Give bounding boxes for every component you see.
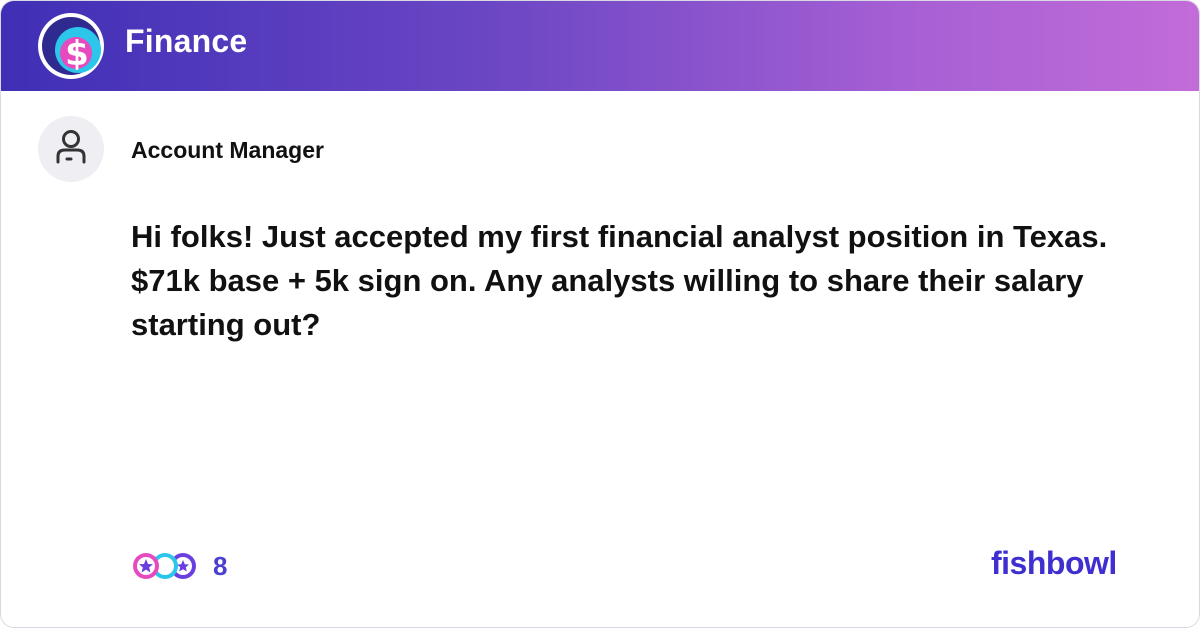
svg-text:$: $ (65, 34, 89, 74)
reaction-count: 8 (213, 551, 228, 581)
avatar (38, 116, 104, 182)
brand-logo[interactable]: fishbowl (991, 545, 1117, 582)
author-name[interactable]: Account Manager (131, 137, 324, 164)
bowl-header: $ Finance (1, 1, 1199, 91)
dollar-bowl-icon[interactable]: $ (38, 13, 104, 79)
star-reaction-icon (133, 553, 159, 579)
post-card: $ Finance Account Manager Hi folks! Just… (0, 0, 1200, 628)
reaction-icons (133, 553, 196, 579)
post-body: Hi folks! Just accepted my first financi… (131, 219, 1108, 342)
reactions-summary[interactable]: 8 (131, 547, 251, 583)
person-icon (56, 130, 86, 164)
page-title[interactable]: Finance (125, 23, 247, 60)
